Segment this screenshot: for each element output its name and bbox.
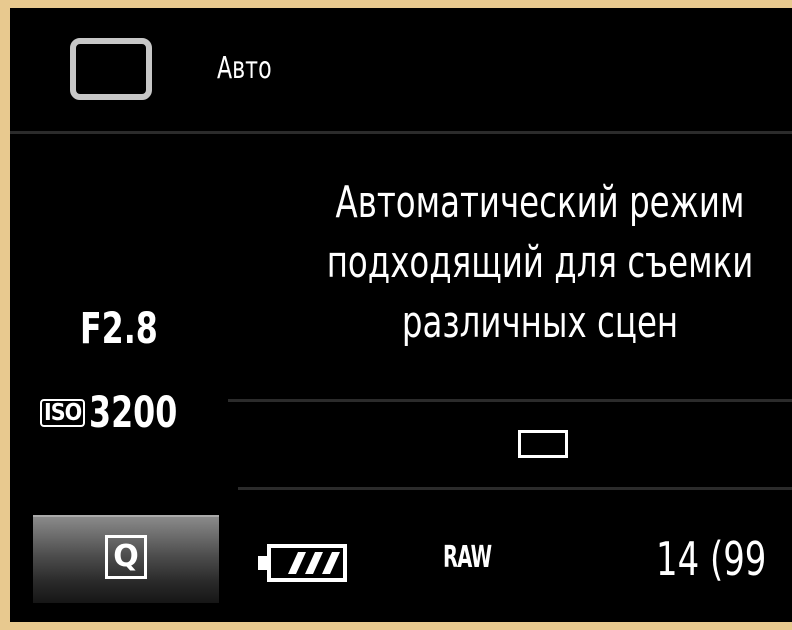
battery-full-icon <box>258 544 347 582</box>
mode-description-line-1: Автоматический режим <box>335 177 745 228</box>
camera-screen: Авто Автоматический режим подходящий для… <box>10 8 792 622</box>
single-shot-icon <box>518 430 568 458</box>
iso-setting: ISO 3200 <box>40 388 197 438</box>
quick-control-button[interactable]: Q <box>33 515 219 603</box>
mode-square-icon[interactable] <box>70 38 152 100</box>
mode-description: Автоматический режим подходящий для съем… <box>310 173 769 353</box>
shots-remaining: 14 (99 <box>656 532 767 586</box>
divider <box>228 399 792 402</box>
top-divider <box>10 131 792 134</box>
quick-control-label: Q <box>105 535 147 579</box>
divider <box>238 487 792 490</box>
mode-description-line-3: различных сцен <box>401 297 679 348</box>
aperture-value: F2.8 <box>80 304 158 354</box>
image-quality-label: RAW <box>443 540 492 575</box>
iso-icon: ISO <box>40 399 86 427</box>
mode-description-line-2: подходящий для съемки <box>326 237 754 288</box>
mode-label: Авто <box>217 51 272 86</box>
iso-value: 3200 <box>89 387 178 438</box>
